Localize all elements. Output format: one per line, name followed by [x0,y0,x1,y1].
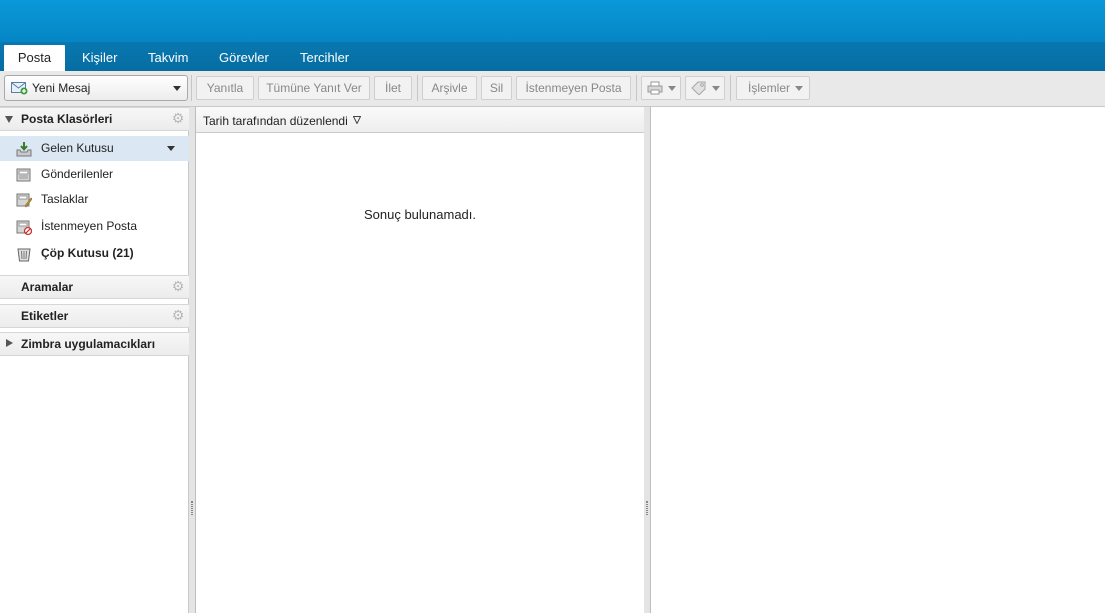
chevron-down-icon[interactable] [167,146,175,151]
print-button[interactable] [641,76,681,100]
expand-triangle-icon[interactable] [6,339,13,347]
toolbar-divider [417,75,418,101]
sort-label: Tarih tarafından düzenlendi [203,114,348,128]
forward-button[interactable]: İlet [374,76,412,100]
app-banner [0,0,1105,42]
archive-button[interactable]: Arşivle [422,76,477,100]
folder-label: Gönderilenler [41,167,114,181]
tab-tercihler[interactable]: Tercihler [300,45,349,71]
app-tab-bar: Posta Kişiler Takvim Görevler Tercihler [0,42,1105,71]
folder-sent[interactable]: Gönderilenler [0,162,189,187]
actions-menu-button[interactable]: İşlemler [736,76,810,100]
spam-button[interactable]: İstenmeyen Posta [516,76,631,100]
tag-button[interactable] [685,76,725,100]
folder-label: Çöp Kutusu (21) [41,246,134,260]
new-message-button[interactable]: Yeni Mesaj [4,75,188,101]
tags-header[interactable]: Etiketler ⚙ [0,304,189,328]
mail-toolbar: Yeni Mesaj Yanıtla Tümüne Yanıt Ver İlet… [0,71,1105,107]
chevron-down-icon [668,86,676,91]
drafts-icon [16,193,32,208]
sort-direction-icon[interactable] [353,116,361,124]
chevron-down-icon [712,86,720,91]
section-title: Etiketler [21,309,69,323]
toolbar-divider [191,75,192,101]
chevron-down-icon[interactable] [173,86,181,91]
folder-drafts[interactable]: Taslaklar [0,187,189,212]
empty-list-message: Sonuç bulunamadı. [363,207,477,222]
splitter-grip-icon[interactable] [646,501,648,515]
folder-junk[interactable]: İstenmeyen Posta [0,214,189,239]
print-icon [647,81,663,95]
collapse-triangle-icon[interactable] [5,116,13,123]
section-title: Aramalar [21,280,74,294]
toolbar-divider [636,75,637,101]
sent-icon [16,168,31,182]
folder-label: İstenmeyen Posta [41,219,138,233]
delete-button[interactable]: Sil [481,76,512,100]
gear-icon[interactable]: ⚙ [170,110,186,126]
folder-inbox[interactable]: Gelen Kutusu [0,136,189,161]
tab-kisiler[interactable]: Kişiler [82,45,117,71]
inbox-icon [16,142,32,157]
mail-folders-header[interactable]: Posta Klasörleri ⚙ [0,107,189,131]
reading-pane [650,107,1105,613]
folder-label: Gelen Kutusu [41,141,114,155]
folder-tree-panel: Posta Klasörleri ⚙ Gelen Kutusu Gönderil… [0,107,189,613]
searches-header[interactable]: Aramalar ⚙ [0,275,189,299]
trash-icon [17,248,31,262]
folder-label: Taslaklar [41,192,89,206]
reply-all-button[interactable]: Tümüne Yanıt Ver [258,76,370,100]
tab-takvim[interactable]: Takvim [148,45,188,71]
splitter-grip-icon[interactable] [191,501,193,515]
section-title: Zimbra uygulamacıkları [21,337,156,351]
folder-trash[interactable]: Çöp Kutusu (21) [0,241,189,266]
gear-icon[interactable]: ⚙ [170,307,186,323]
chevron-down-icon [795,86,803,91]
sort-header[interactable]: Tarih tarafından düzenlendi [196,107,644,133]
tag-icon [691,81,706,95]
message-list-panel: Tarih tarafından düzenlendi Sonuç buluna… [195,107,645,613]
junk-icon [16,220,32,235]
section-title: Posta Klasörleri [21,112,113,126]
tab-posta[interactable]: Posta [4,45,65,71]
gear-icon[interactable]: ⚙ [170,278,186,294]
zimlets-header[interactable]: Zimbra uygulamacıkları [0,332,189,356]
new-mail-icon [11,82,28,95]
toolbar-divider [730,75,731,101]
reply-button[interactable]: Yanıtla [196,76,254,100]
actions-label: İşlemler [748,81,791,95]
tab-gorevler[interactable]: Görevler [219,45,269,71]
new-message-label: Yeni Mesaj [32,81,91,95]
